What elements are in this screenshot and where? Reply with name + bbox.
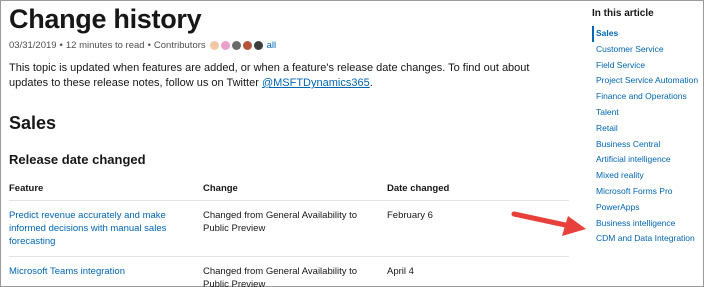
avatar[interactable] [220,40,230,50]
toc-item-field-service[interactable]: Field Service [592,58,700,74]
section-heading-sales: Sales [9,113,57,133]
column-header-date: Date changed [387,183,569,201]
intro-paragraph: This topic is updated when features are … [9,61,554,91]
article-main: Change history 03/31/2019 • 12 minutes t… [9,4,569,287]
page-title: Change history [9,4,202,34]
feature-cell: Predict revenue accurately and make info… [9,200,203,257]
date-cell: April 4 [387,256,569,287]
twitter-link[interactable]: @MSFTDynamics365 [262,77,370,89]
meta-separator: • [59,39,63,51]
toc-item-powerapps[interactable]: PowerApps [592,200,700,216]
toc-item-business-central[interactable]: Business Central [592,137,700,153]
article-metadata: 03/31/2019 • 12 minutes to read • Contri… [9,39,569,51]
toc-item-project-service-automation[interactable]: Project Service Automation [592,73,700,89]
toc-list: Sales Customer Service Field Service Pro… [592,26,700,247]
toc-item-microsoft-forms-pro[interactable]: Microsoft Forms Pro [592,184,700,200]
toc-item-talent[interactable]: Talent [592,105,700,121]
arrow-shaft [511,211,573,229]
read-time: 12 minutes to read [65,39,145,51]
release-changes-table: Feature Change Date changed Predict reve… [9,183,569,287]
table-row: Microsoft Teams integration Changed from… [9,256,569,287]
toc-heading: In this article [592,8,654,19]
column-header-feature: Feature [9,183,203,201]
avatar[interactable] [231,40,241,50]
change-cell: Changed from General Availability to Pub… [203,256,387,287]
toc-item-finance-and-operations[interactable]: Finance and Operations [592,89,700,105]
toc-item-artificial-intelligence[interactable]: Artificial intelligence [592,152,700,168]
column-header-change: Change [203,183,387,201]
in-this-article-nav: In this article Sales Customer Service F… [592,8,700,247]
toc-item-sales[interactable]: Sales [592,26,700,42]
avatar[interactable] [253,40,263,50]
meta-separator: • [147,39,151,51]
change-cell: Changed from General Availability to Pub… [203,200,387,257]
red-annotation-arrow-icon [511,211,586,236]
toc-item-mixed-reality[interactable]: Mixed reality [592,168,700,184]
arrow-head [562,216,586,236]
contributors-label: Contributors [153,39,206,51]
toc-item-customer-service[interactable]: Customer Service [592,42,700,58]
avatar[interactable] [242,40,252,50]
table-header-row: Feature Change Date changed [9,183,569,201]
all-contributors-link[interactable]: all [267,40,277,51]
feature-link[interactable]: Microsoft Teams integration [9,266,125,277]
feature-link[interactable]: Predict revenue accurately and make info… [9,210,166,247]
contributor-avatars [209,40,263,50]
subsection-heading: Release date changed [9,152,146,167]
avatar[interactable] [209,40,219,50]
article-date: 03/31/2019 [9,39,57,51]
toc-item-business-intelligence[interactable]: Business intelligence [592,216,700,232]
feature-cell: Microsoft Teams integration [9,256,203,287]
toc-item-retail[interactable]: Retail [592,121,700,137]
intro-end: . [369,77,373,89]
toc-item-cdm-and-data-integration[interactable]: CDM and Data Integration [592,231,700,247]
table-row: Predict revenue accurately and make info… [9,200,569,257]
